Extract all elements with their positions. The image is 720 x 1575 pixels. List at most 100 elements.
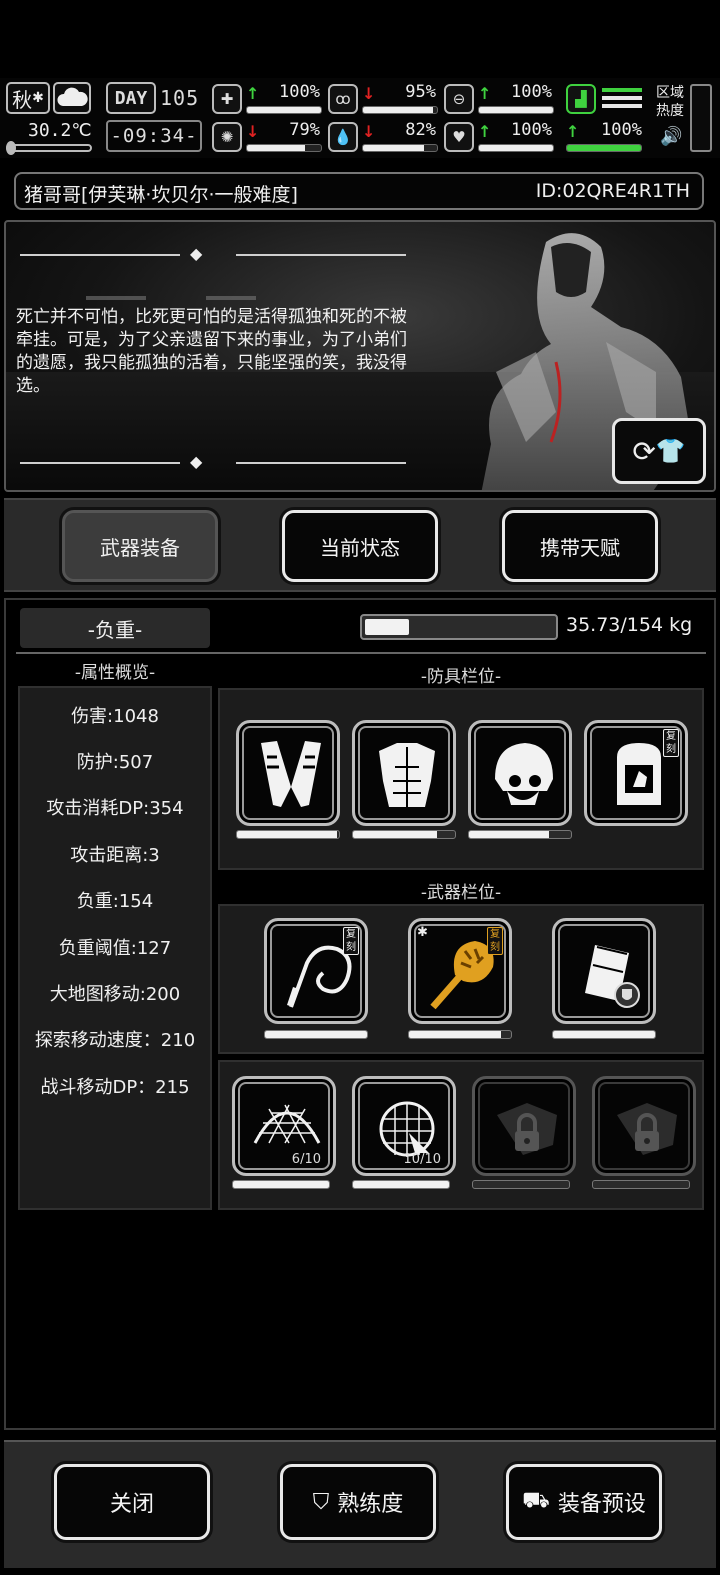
outfit-swap-button[interactable]: ⟳ 👕	[612, 418, 706, 484]
attr-attack-range: 攻击距离:3	[70, 845, 160, 866]
preset-icon: ⛟	[522, 1488, 550, 1513]
weapon-slots: 复刻 复刻 ✱	[218, 904, 704, 1054]
character-id: ID:02QRE4R1TH	[535, 180, 690, 202]
weapon-slot-shield-case[interactable]	[552, 918, 656, 1024]
heart-icon: ♥	[444, 122, 474, 152]
armor-slot-helmet[interactable]	[468, 720, 572, 826]
attributes-header: -属性概览-	[74, 663, 156, 683]
equipment-preset-button[interactable]: ⛟ 装备预设	[506, 1464, 662, 1540]
character-story-panel: ◆ 死亡并不可怕，比死更可怕的是活得孤独和死的不被牵挂。可是，为了父亲遗留下来的…	[4, 220, 716, 492]
season-indicator: 秋 ✱	[6, 82, 50, 114]
durability-bar	[352, 830, 456, 839]
durability-bar	[352, 1180, 450, 1189]
weight-bar	[360, 614, 558, 640]
replica-tag: 复刻	[487, 927, 503, 955]
stat-stamina: ↑ 100%	[566, 120, 646, 154]
attr-load-threshold: 负重阈值:127	[58, 938, 172, 959]
stat-sanity: ✺ ↓ 79%	[212, 120, 324, 154]
proficiency-button[interactable]: ⛉ 熟练度	[280, 1464, 436, 1540]
item-slots: 6/10 10/10	[218, 1060, 704, 1210]
stat-hunger: ꝏ ↓ 95%	[328, 82, 440, 116]
item-count: 10/10	[403, 1152, 441, 1167]
stat-medicine: ⊖ ↑ 100%	[444, 82, 556, 116]
attr-explore-speed: 探索移动速度：210	[34, 1030, 196, 1051]
item-slot-net-ball[interactable]: 10/10	[352, 1076, 456, 1176]
durability-bar	[592, 1180, 690, 1189]
water-drop-icon: 💧	[328, 122, 358, 152]
tab-current-status[interactable]: 当前状态	[282, 510, 438, 582]
capsule-icon: ⊖	[444, 84, 474, 114]
cloud-icon	[53, 82, 91, 114]
durability-bar	[264, 1030, 368, 1039]
durability-bar	[472, 1180, 570, 1189]
item-slot-locked[interactable]	[592, 1076, 696, 1176]
speaker-icon[interactable]: 🔊	[660, 126, 682, 147]
helmet-icon	[495, 743, 553, 805]
tab-carried-talents[interactable]: 携带天赋	[502, 510, 658, 582]
armor-slot-arm-guards[interactable]	[236, 720, 340, 826]
armor-header: -防具栏位-	[420, 667, 502, 687]
zone-heat-label: 区域热度	[656, 85, 684, 119]
trend-up-icon: ↑	[246, 84, 260, 103]
stat-stamina-lines: ▟	[566, 82, 646, 116]
durability-bar	[408, 1030, 512, 1039]
boot-icon: ▟	[566, 84, 596, 114]
attr-load: 负重:154	[76, 891, 154, 912]
weapon-slot-golden-mace[interactable]: 复刻 ✱	[408, 918, 512, 1024]
ornament-divider: ◆	[20, 452, 408, 471]
shirt-icon: 👕	[655, 437, 686, 465]
brain-icon: ✺	[212, 122, 242, 152]
armor-slot-backpack[interactable]: 复刻	[584, 720, 688, 826]
trend-up-icon: ↑	[566, 122, 580, 141]
durability-bar	[232, 1180, 330, 1189]
attr-map-move: 大地图移动:200	[49, 984, 181, 1005]
lock-icon	[497, 1103, 557, 1155]
trend-down-icon: ↓	[362, 84, 376, 103]
replica-tag: 复刻	[663, 729, 679, 757]
weight-label: -负重-	[20, 608, 210, 648]
item-slot-locked[interactable]	[472, 1076, 576, 1176]
arm-guard-icon	[261, 741, 321, 807]
medkit-icon: ✚	[212, 84, 242, 114]
game-clock: -09:34-	[106, 120, 202, 152]
status-bar: 秋 ✱ 30.2℃ DAY 105 -09:34- ✚ ↑ 100% ꝏ ↓ 95…	[0, 78, 720, 158]
trend-up-icon: ↑	[478, 84, 492, 103]
character-name: 猪哥哥[伊芙琳·坎贝尔·一般难度]	[24, 184, 298, 206]
trend-down-icon: ↓	[246, 122, 260, 141]
durability-bar	[236, 830, 340, 839]
attr-battle-move-dp: 战斗移动DP：215	[40, 1077, 190, 1098]
weight-value: 35.73/154 kg	[566, 614, 693, 636]
zone-heat-meter	[690, 84, 712, 152]
item-count: 6/10	[291, 1152, 321, 1167]
attributes-list: 伤害:1048 防护:507 攻击消耗DP:354 攻击距离:3 负重:154 …	[18, 686, 212, 1210]
refresh-icon: ⟳	[632, 434, 656, 468]
trend-up-icon: ↑	[478, 122, 492, 141]
attr-damage: 伤害:1048	[71, 706, 159, 727]
attr-defense: 防护:507	[76, 752, 154, 773]
chest-armor-icon	[379, 743, 435, 807]
character-quote: 死亡并不可怕，比死更可怕的是活得孤独和死的不被牵挂。可是，为了父亲遗留下来的事业…	[16, 307, 407, 396]
temperature: 30.2℃	[28, 120, 92, 141]
stomach-icon: ꝏ	[328, 84, 358, 114]
day-number: 105	[160, 86, 200, 110]
tab-bar: 武器装备 当前状态 携带天赋	[4, 498, 716, 592]
bottom-action-bar: 关闭 ⛉ 熟练度 ⛟ 装备预设	[4, 1440, 716, 1568]
attr-attack-dp: 攻击消耗DP:354	[46, 798, 184, 819]
weapon-slot-whip[interactable]: 复刻	[264, 918, 368, 1024]
armor-slot-chest[interactable]	[352, 720, 456, 826]
stat-thirst: 💧 ↓ 82%	[328, 120, 440, 154]
replica-tag: 复刻	[343, 927, 359, 955]
equipment-panel: -负重- 35.73/154 kg -属性概览- 伤害:1048 防护:507 …	[4, 598, 716, 1430]
trend-down-icon: ↓	[362, 122, 376, 141]
proficiency-icon: ⛉	[312, 1489, 330, 1515]
stat-mood: ♥ ↑ 100%	[444, 120, 556, 154]
item-slot-net-trap[interactable]: 6/10	[232, 1076, 336, 1176]
close-button[interactable]: 关闭	[54, 1464, 210, 1540]
tab-weapons-equipment[interactable]: 武器装备	[62, 510, 218, 582]
lock-icon	[617, 1103, 677, 1155]
durability-bar	[468, 830, 572, 839]
stat-health: ✚ ↑ 100%	[212, 82, 324, 116]
thermometer-icon	[6, 141, 92, 155]
weapons-header: -武器栏位-	[420, 883, 502, 903]
character-name-bar: 猪哥哥[伊芙琳·坎贝尔·一般难度] ID:02QRE4R1TH	[14, 172, 704, 210]
